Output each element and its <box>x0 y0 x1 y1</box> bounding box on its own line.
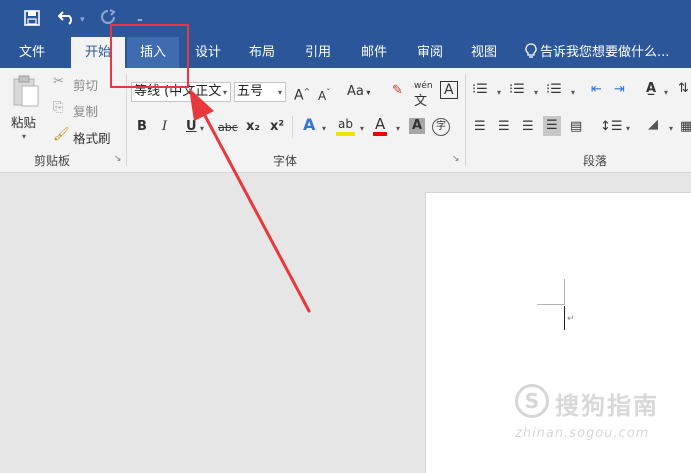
annotation-arrow <box>189 88 311 313</box>
